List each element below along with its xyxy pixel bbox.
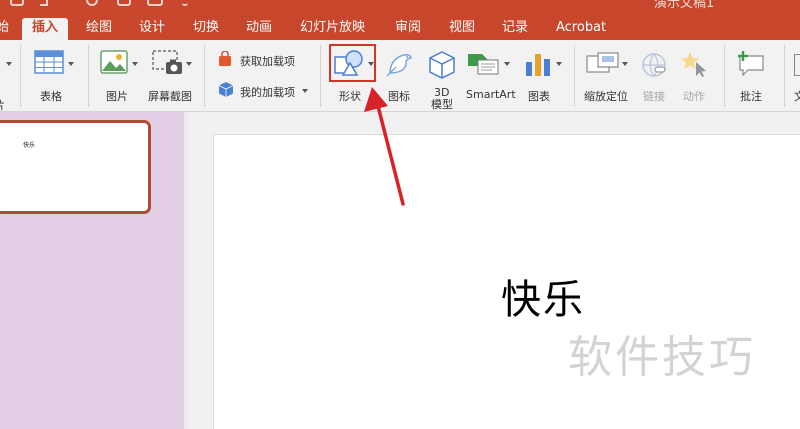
tab-home[interactable]: 始 [0, 18, 9, 40]
comment-button[interactable]: 批注 [732, 44, 772, 106]
chevron-down-icon [622, 62, 628, 66]
comment-label: 批注 [740, 90, 762, 103]
chevron-down-icon [368, 62, 374, 66]
divider [784, 45, 785, 107]
link-button[interactable]: 链接 [638, 44, 672, 106]
title-tab-bar: 演示文稿1 始 插入 绘图 设计 切换 动画 幻灯片放映 审阅 视图 记录 Ac… [0, 0, 800, 40]
left-group-label: 片 [0, 97, 5, 113]
chevron-down-icon[interactable] [6, 62, 12, 66]
tab-slideshow[interactable]: 幻灯片放映 [300, 18, 365, 40]
3d-model-label-line2: 模型 [431, 98, 453, 111]
tab-transitions[interactable]: 切换 [193, 18, 219, 40]
chevron-down-icon [68, 62, 74, 66]
cube-addins-icon [218, 82, 234, 97]
get-addins-button[interactable]: 获取加载项 [214, 50, 314, 68]
textbox-label: 文 [794, 90, 800, 103]
table-icon [34, 50, 64, 74]
tab-insert[interactable]: 插入 [22, 18, 68, 40]
picture-button[interactable]: 图片 [96, 44, 140, 106]
icons-label: 图标 [388, 90, 410, 103]
action-label: 动作 [683, 90, 705, 103]
thumbnail-text: 快乐 [23, 142, 36, 149]
slide-canvas[interactable]: 快乐 [213, 134, 800, 429]
slide-thumbnail[interactable]: 快乐 [0, 120, 151, 214]
smartart-button[interactable]: SmartArt [464, 44, 516, 106]
3d-model-button[interactable]: 3D 模型 [424, 44, 460, 111]
3d-cube-icon [429, 51, 455, 79]
slide-thumbnail-pane: 快乐 [0, 112, 184, 429]
ribbon: 片 表格 图片 屏幕截图 [0, 40, 800, 112]
slide-text-box[interactable]: 快乐 [501, 280, 585, 320]
smartart-label: SmartArt [466, 88, 516, 101]
print-icon[interactable] [147, 0, 163, 6]
tab-draw[interactable]: 绘图 [86, 18, 112, 40]
shapes-label: 形状 [339, 90, 361, 103]
tab-design[interactable]: 设计 [139, 18, 165, 40]
screenshot-button[interactable]: 屏幕截图 [146, 44, 198, 106]
redo-icon[interactable] [86, 0, 98, 6]
get-addins-label: 获取加载项 [240, 55, 295, 68]
divider [204, 45, 205, 107]
tab-acrobat[interactable]: Acrobat [556, 18, 606, 40]
action-star-cursor-icon [681, 52, 706, 77]
more-icon[interactable] [182, 0, 188, 6]
chevron-down-icon [556, 62, 562, 66]
new-comment-icon [738, 51, 764, 77]
bird-icon [386, 54, 412, 77]
divider [724, 45, 725, 107]
document-title: 演示文稿1 [654, 0, 715, 11]
divider [574, 45, 575, 107]
picture-label: 图片 [106, 90, 128, 103]
textbox-icon [794, 54, 800, 76]
tab-animations[interactable]: 动画 [246, 18, 272, 40]
table-button[interactable]: 表格 [30, 44, 78, 106]
divider [320, 45, 321, 107]
chart-button[interactable]: 图表 [520, 44, 566, 106]
shapes-icon [334, 50, 363, 76]
undo-icon[interactable] [40, 0, 48, 6]
divider [20, 45, 21, 107]
chart-label: 图表 [528, 90, 550, 103]
tab-view[interactable]: 视图 [449, 18, 475, 40]
icons-button[interactable]: 图标 [380, 44, 420, 106]
chevron-down-icon [132, 62, 138, 66]
shapes-button[interactable]: 形状 [328, 44, 378, 106]
tab-review[interactable]: 审阅 [395, 18, 421, 40]
screenshot-label: 屏幕截图 [148, 90, 192, 103]
link-label: 链接 [643, 90, 665, 103]
chevron-down-icon [302, 89, 308, 93]
save-icon[interactable] [117, 0, 131, 6]
store-bag-icon [219, 51, 231, 66]
tab-record[interactable]: 记录 [502, 18, 528, 40]
action-button[interactable]: 动作 [676, 44, 714, 106]
watermark: 软件技巧 [568, 332, 756, 383]
zoom-label: 缩放定位 [584, 90, 628, 103]
my-addins-label: 我的加载项 [240, 86, 295, 99]
bar-chart-icon [526, 54, 550, 76]
smartart-icon [468, 54, 499, 75]
chevron-down-icon [186, 62, 192, 66]
chevron-down-icon [504, 62, 510, 66]
my-addins-button[interactable]: 我的加载项 [214, 81, 314, 99]
textbox-button[interactable]: 文 [790, 44, 800, 106]
table-label: 表格 [40, 90, 62, 103]
zoom-button[interactable]: 缩放定位 [582, 44, 636, 106]
picture-icon [100, 50, 128, 74]
home-icon[interactable] [10, 0, 24, 6]
screenshot-icon [152, 50, 182, 74]
link-icon [642, 53, 666, 77]
zoom-slides-icon [586, 52, 619, 73]
divider [88, 45, 89, 107]
